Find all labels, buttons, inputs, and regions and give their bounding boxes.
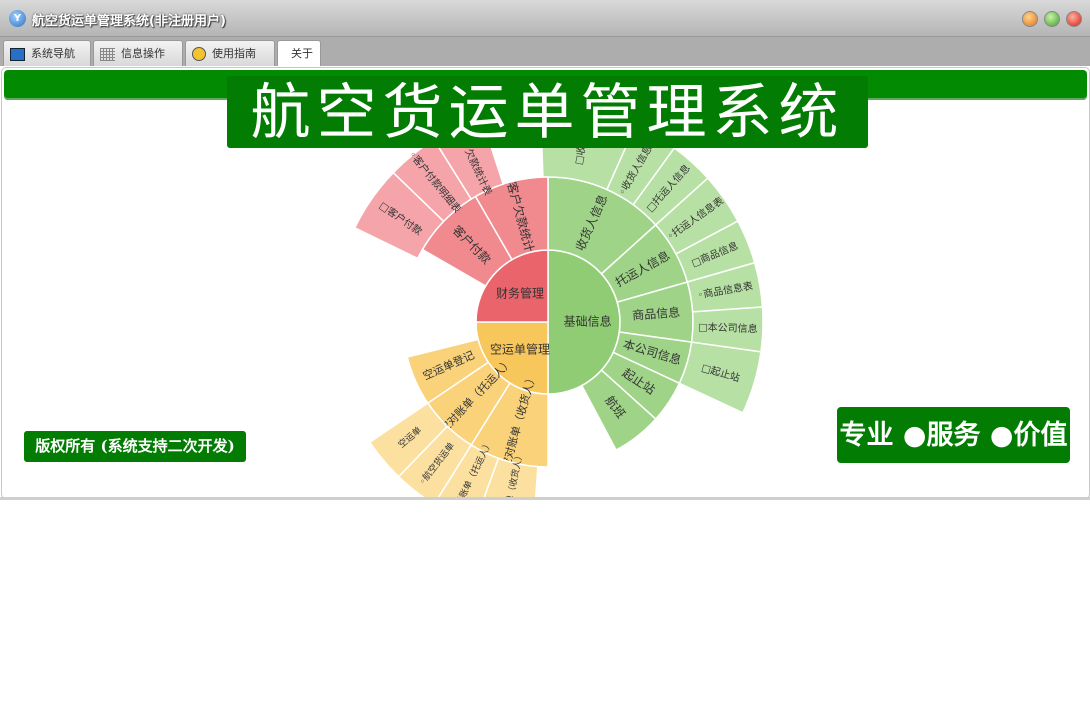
tab-label: 信息操作 [121, 47, 165, 60]
tab-system-nav[interactable]: 系统导航 [3, 40, 91, 66]
tab-bar: 系统导航 信息操作 使用指南 关于 [0, 37, 1090, 66]
copyright-label: 版权所有 (系统支持二次开发) [24, 431, 246, 462]
banner-title: 航空货运单管理系统 [227, 76, 868, 148]
close-button[interactable] [1066, 11, 1082, 27]
sunburst-waybill-center-label: 空运单管理 [490, 342, 550, 357]
guide-icon [192, 47, 206, 61]
tab-label: 使用指南 [212, 47, 256, 60]
tab-label: 系统导航 [31, 47, 75, 60]
sunburst-finance-center-label: 财务管理 [496, 285, 544, 300]
grid-icon [100, 47, 115, 61]
tab-about[interactable]: 关于 [277, 40, 321, 66]
tab-user-guide[interactable]: 使用指南 [185, 40, 275, 66]
tab-info-operation[interactable]: 信息操作 [93, 40, 183, 66]
title-bar: Y 航空货运单管理系统(非注册用户) [0, 0, 1090, 37]
sunburst-base-center-label: 基础信息 [564, 314, 612, 329]
monitor-icon [10, 47, 25, 61]
maximize-button[interactable] [1044, 11, 1060, 27]
minimize-button[interactable] [1022, 11, 1038, 27]
tab-label: 关于 [291, 47, 313, 60]
slogan-label: 专业 ●服务 ●价值 [837, 407, 1070, 463]
main-panel: 基础信息空运单管理财务管理收货人信息托运人信息商品信息本公司信息起止站航班□收货… [1, 67, 1090, 499]
app-logo-icon: Y [9, 10, 26, 27]
divider [0, 497, 1090, 500]
window-title: 航空货运单管理系统(非注册用户) [32, 14, 226, 29]
